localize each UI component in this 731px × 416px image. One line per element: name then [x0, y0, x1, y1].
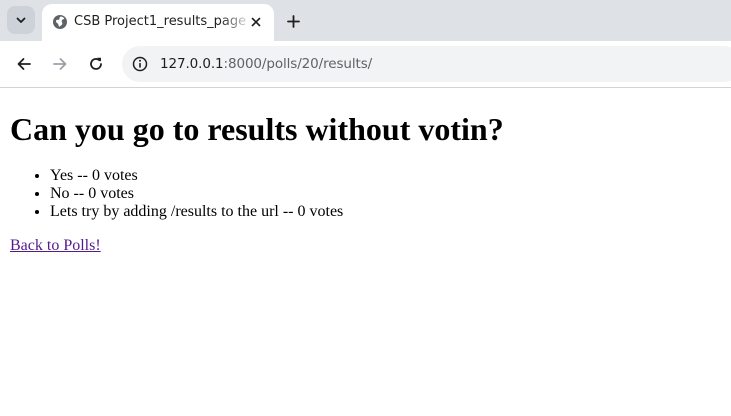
results-list: Yes -- 0 votes No -- 0 votes Lets try by… [10, 167, 343, 221]
page-content: Can you go to results without votin? Yes… [0, 88, 731, 416]
result-item-url-trick: Lets try by adding /results to the url -… [50, 203, 343, 221]
arrow-right-icon [53, 58, 67, 70]
result-item-yes: Yes -- 0 votes [50, 167, 343, 185]
result-item-no: No -- 0 votes [50, 185, 343, 203]
tab-close-button[interactable] [247, 13, 265, 31]
url-text[interactable]: 127.0.0.1:8000/polls/20/results/ [160, 54, 372, 74]
info-icon [132, 56, 148, 72]
site-info-button[interactable] [131, 55, 149, 73]
tab-title: CSB Project1_results_page [74, 14, 247, 29]
address-bar[interactable]: 127.0.0.1:8000/polls/20/results/ [122, 46, 731, 82]
forward-button[interactable] [49, 53, 71, 75]
new-tab-button[interactable] [283, 11, 303, 31]
url-path: :8000/polls/20/results/ [223, 56, 373, 72]
reload-icon [90, 57, 102, 70]
close-icon [251, 17, 261, 27]
question-heading: Can you go to results without votin? [10, 111, 504, 147]
tab-search-button[interactable] [7, 6, 35, 34]
back-button[interactable] [13, 53, 35, 75]
browser-window: CSB Project1_results_page 127.0.0.1:8000… [0, 0, 731, 416]
chevron-down-icon [16, 17, 26, 23]
plus-icon [286, 14, 300, 28]
arrow-left-icon [17, 58, 31, 70]
reload-button[interactable] [85, 53, 107, 75]
tab-active[interactable]: CSB Project1_results_page [42, 4, 274, 41]
browser-toolbar: 127.0.0.1:8000/polls/20/results/ [0, 41, 731, 88]
back-to-polls-link[interactable]: Back to Polls! [10, 237, 101, 255]
globe-icon [53, 15, 67, 29]
url-host: 127.0.0.1 [160, 56, 224, 72]
tab-strip: CSB Project1_results_page [0, 0, 731, 41]
